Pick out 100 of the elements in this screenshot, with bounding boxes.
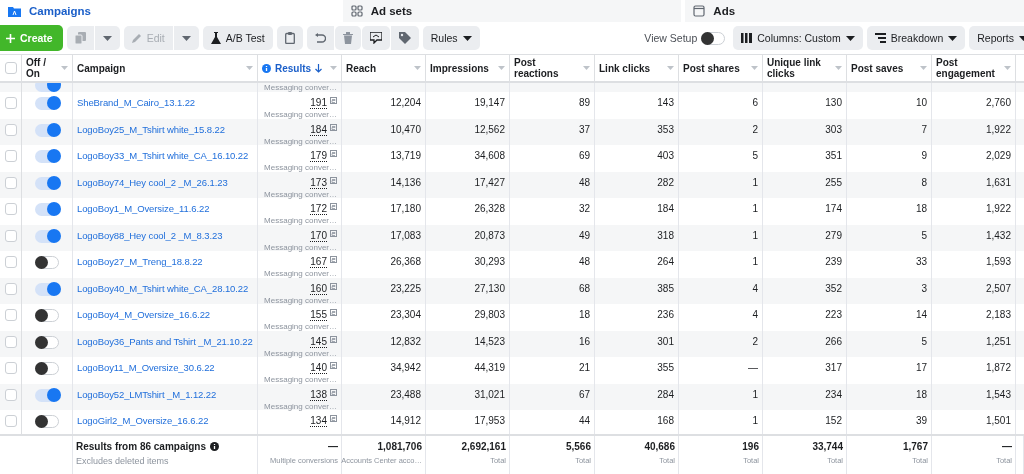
folder-icon — [8, 5, 21, 17]
attribution-icon — [330, 176, 337, 184]
campaign-link[interactable]: LogoBoy52_LMTshirt _M_1.12.22 — [77, 388, 217, 400]
checkbox[interactable] — [4, 176, 17, 189]
campaign-link[interactable]: LogoBoy4_M_Oversize_16.6.22 — [77, 309, 211, 320]
toggle-on[interactable] — [35, 203, 59, 216]
toggle-off[interactable] — [701, 31, 726, 45]
tab[interactable]: Campaigns — [0, 0, 343, 22]
checkbox[interactable] — [4, 62, 17, 74]
table-cell: 1,631 — [985, 176, 1011, 188]
checkbox[interactable] — [4, 415, 17, 427]
caret-icon[interactable] — [246, 66, 253, 70]
clipboard-button[interactable] — [276, 26, 303, 50]
result-type: Messaging conver… — [264, 216, 337, 225]
column-header[interactable]: Off / On — [26, 57, 57, 79]
column-header[interactable]: Post reactions — [514, 57, 579, 79]
toggle-off[interactable] — [35, 309, 59, 322]
caret-icon[interactable] — [751, 66, 758, 70]
column-header[interactable]: Link clicks — [599, 62, 651, 74]
table-cell: 69 — [578, 150, 590, 161]
campaign-link[interactable]: LogoBoy11_M_Oversize_30.6.22 — [77, 362, 215, 373]
caret-icon[interactable] — [667, 66, 674, 70]
toggle-off[interactable] — [35, 362, 59, 375]
checkbox[interactable] — [4, 388, 17, 401]
campaign-link[interactable]: LogoBoy36_Pants and Tshirt _M_21.10.22 — [77, 335, 253, 347]
campaign-link[interactable]: LogoBoy27_M_Treng_18.8.22 — [77, 256, 203, 267]
reports-button[interactable]: Reports — [969, 26, 1024, 50]
toggle-on[interactable] — [35, 123, 59, 137]
column-header[interactable]: Campaign — [77, 62, 126, 74]
table-cell: 2,029 — [985, 150, 1011, 161]
column-header[interactable]: Impressions — [430, 62, 489, 74]
caret-icon[interactable] — [583, 66, 590, 70]
table-cell: 1,432 — [985, 229, 1011, 241]
toggle-off[interactable] — [35, 256, 59, 269]
checkbox[interactable] — [4, 229, 17, 242]
dropdown-button[interactable] — [173, 26, 199, 50]
caret-icon[interactable] — [920, 66, 927, 70]
breakdown-icon — [874, 33, 886, 43]
campaign-link[interactable]: LogoBoy1_M_Oversize_11.6.22 — [77, 203, 210, 214]
breakdown-button[interactable]: Breakdown — [866, 26, 966, 50]
undo-button[interactable] — [306, 26, 334, 50]
caret-icon[interactable] — [330, 66, 337, 70]
toggle-on[interactable] — [35, 176, 59, 190]
campaign-link[interactable]: LogoGirl2_M_Oversize_16.6.22 — [77, 415, 209, 426]
caret-icon — [845, 35, 855, 41]
campaign-link[interactable]: LogoBoy74_Hey cool_2 _M_26.1.23 — [77, 176, 228, 188]
columns-button[interactable]: Columns: Custom — [733, 26, 863, 50]
rules-button[interactable]: Rules — [422, 26, 480, 50]
table-cell: 1 — [752, 415, 758, 426]
table-cell: 5 — [921, 335, 927, 347]
table-cell: 355 — [657, 362, 674, 373]
toggle-on[interactable] — [35, 97, 59, 110]
checkbox[interactable] — [4, 282, 17, 295]
column-header[interactable]: Post engagement — [936, 57, 1000, 79]
column-header[interactable]: Results — [275, 62, 312, 74]
preview-button[interactable] — [361, 26, 390, 50]
result-count: 140 — [310, 362, 327, 373]
tag-button[interactable] — [390, 26, 419, 50]
campaign-link[interactable]: LogoBoy40_M_Tshirt white_CA_28.10.22 — [77, 282, 249, 294]
caret-icon[interactable] — [61, 66, 68, 70]
checkbox[interactable] — [4, 97, 17, 109]
toggle-on[interactable] — [35, 388, 59, 402]
checkbox[interactable] — [4, 335, 17, 348]
total-value: 5,566 — [565, 441, 591, 452]
caret-icon[interactable] — [498, 66, 505, 70]
checkbox[interactable] — [4, 256, 17, 268]
checkbox[interactable] — [4, 362, 17, 374]
toggle-off[interactable] — [35, 335, 59, 349]
table-cell: 385 — [657, 282, 674, 294]
checkbox[interactable] — [4, 123, 17, 136]
caret-icon[interactable] — [1004, 66, 1011, 70]
toggle-on[interactable] — [35, 229, 59, 243]
table-cell: 49 — [578, 229, 590, 241]
campaign-link[interactable]: SheBrand_M_Cairo_13.1.22 — [77, 97, 195, 108]
table-cell: 6 — [752, 97, 758, 108]
caret-icon[interactable] — [835, 66, 842, 70]
campaign-link[interactable]: LogoBoy88_Hey cool_2 _M_8.3.23 — [77, 229, 223, 241]
ab-test-button[interactable]: A/B Test — [202, 26, 273, 50]
toggle-on[interactable] — [35, 282, 59, 296]
tab[interactable]: Ads — [685, 0, 1024, 22]
checkbox[interactable] — [4, 309, 17, 321]
column-header[interactable]: Reach — [346, 62, 376, 74]
table-cell: 8 — [921, 176, 927, 188]
table-cell: 31,021 — [474, 388, 505, 400]
campaign-link[interactable]: LogoBoy25_M_Tshirt white_15.8.22 — [77, 123, 225, 135]
dropdown-button[interactable] — [94, 26, 120, 50]
caret-icon[interactable] — [414, 66, 421, 70]
column-header[interactable]: Post saves — [851, 62, 904, 74]
pencil-icon — [131, 33, 142, 43]
toggle-off[interactable] — [35, 415, 59, 428]
checkbox[interactable] — [4, 150, 17, 162]
table-cell: 2,183 — [985, 309, 1011, 320]
toggle-on[interactable] — [35, 150, 59, 163]
table-cell: 1,922 — [985, 203, 1011, 214]
checkbox[interactable] — [4, 203, 17, 215]
attribution-icon — [330, 415, 337, 422]
column-header[interactable]: Post shares — [683, 62, 740, 74]
tab[interactable]: Ad sets — [342, 0, 686, 22]
campaign-link[interactable]: LogoBoy33_M_Tshirt white_CA_16.10.22 — [77, 150, 249, 161]
column-header[interactable]: Unique link clicks — [767, 57, 831, 79]
